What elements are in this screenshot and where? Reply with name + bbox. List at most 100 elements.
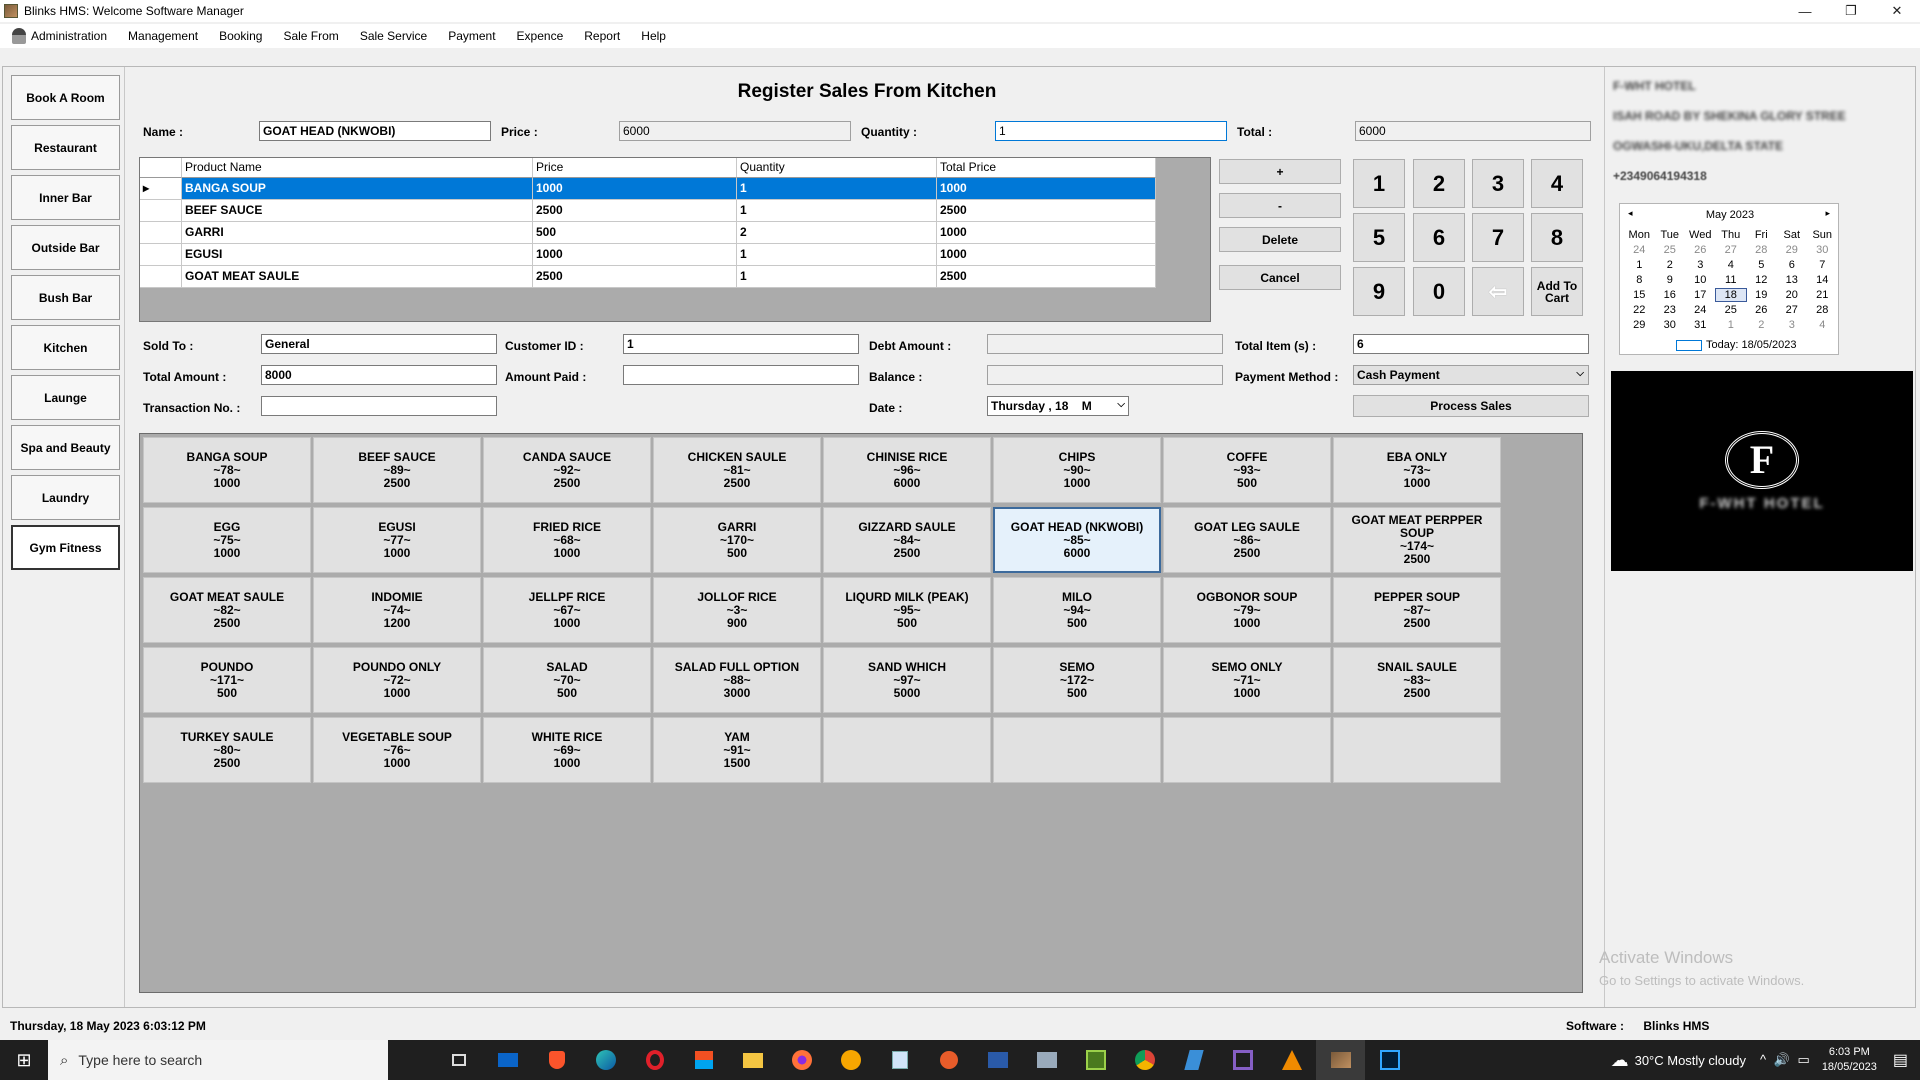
food-item-button[interactable]: POUNDO ~171~ 500 <box>143 647 311 713</box>
food-item-button[interactable]: WHITE RICE ~69~ 1000 <box>483 717 651 783</box>
edge-icon[interactable] <box>581 1040 630 1080</box>
balance-field[interactable] <box>987 365 1223 385</box>
calendar-day[interactable]: 21 <box>1807 289 1838 301</box>
store-icon[interactable] <box>679 1040 728 1080</box>
calendar-day[interactable]: 11 <box>1716 274 1747 286</box>
food-item-button[interactable]: CHICKEN SAULE ~81~ 2500 <box>653 437 821 503</box>
food-item-button[interactable]: SALAD FULL OPTION ~88~ 3000 <box>653 647 821 713</box>
food-item-button[interactable]: SAND WHICH ~97~ 5000 <box>823 647 991 713</box>
menu-report[interactable]: Report <box>584 29 620 43</box>
food-item-button[interactable]: CANDA SAUCE ~92~ 2500 <box>483 437 651 503</box>
cart-row[interactable]: EGUSI 1000 1 1000 <box>140 244 1156 266</box>
calendar-day[interactable]: 6 <box>1777 259 1808 271</box>
calendar-day[interactable]: 19 <box>1746 289 1777 301</box>
total-amount-field[interactable]: 8000 <box>261 365 497 385</box>
calendar-day[interactable]: 22 <box>1624 304 1655 316</box>
price-field[interactable]: 6000 <box>619 121 851 141</box>
brave-icon[interactable] <box>532 1040 581 1080</box>
calendar-day[interactable]: 25 <box>1716 304 1747 316</box>
sidebar-gym-fitness[interactable]: Gym Fitness <box>11 525 120 570</box>
calendar-day[interactable]: 31 <box>1685 319 1716 331</box>
calendar-day[interactable]: 27 <box>1777 304 1808 316</box>
visual-studio-icon[interactable] <box>1218 1040 1267 1080</box>
transaction-field[interactable] <box>261 396 497 416</box>
vlc-icon[interactable] <box>1267 1040 1316 1080</box>
food-item-button[interactable]: COFFE ~93~ 500 <box>1163 437 1331 503</box>
keypad-2[interactable]: 2 <box>1413 159 1465 208</box>
calendar-day[interactable]: 23 <box>1655 304 1686 316</box>
food-item-button[interactable]: FRIED RICE ~68~ 1000 <box>483 507 651 573</box>
keypad-9[interactable]: 9 <box>1353 267 1405 316</box>
header-quantity[interactable]: Quantity <box>737 158 937 178</box>
cancel-button[interactable]: Cancel <box>1219 265 1341 290</box>
calendar-day[interactable]: 17 <box>1685 289 1716 301</box>
increase-quantity-button[interactable]: + <box>1219 159 1341 184</box>
food-item-button[interactable]: GOAT MEAT SAULE ~82~ 2500 <box>143 577 311 643</box>
food-item-button[interactable]: CHIPS ~90~ 1000 <box>993 437 1161 503</box>
food-item-button[interactable]: SALAD ~70~ 500 <box>483 647 651 713</box>
calendar-day[interactable]: 29 <box>1624 319 1655 331</box>
app-icon[interactable] <box>924 1040 973 1080</box>
calendar-day-today[interactable]: 18 <box>1714 288 1747 302</box>
sidebar-laundry[interactable]: Laundry <box>11 475 120 520</box>
debt-amount-field[interactable] <box>987 334 1223 354</box>
calendar-day[interactable]: 26 <box>1746 304 1777 316</box>
calendar-next-icon[interactable]: ▸ <box>1825 208 1830 219</box>
header-total-price[interactable]: Total Price <box>937 158 1156 178</box>
food-item-button[interactable]: JELLPF RICE ~67~ 1000 <box>483 577 651 643</box>
taskbar-clock[interactable]: 6:03 PM 18/05/2023 <box>1822 1045 1877 1075</box>
food-item-button[interactable]: EBA ONLY ~73~ 1000 <box>1333 437 1501 503</box>
food-item-button[interactable]: EGUSI ~77~ 1000 <box>313 507 481 573</box>
calendar-day[interactable]: 29 <box>1777 244 1808 256</box>
keypad-5[interactable]: 5 <box>1353 213 1405 262</box>
food-item-button[interactable]: MILO ~94~ 500 <box>993 577 1161 643</box>
calendar-day[interactable]: 26 <box>1685 244 1716 256</box>
calendar-day[interactable]: 15 <box>1624 289 1655 301</box>
calendar-day[interactable]: 3 <box>1685 259 1716 271</box>
filezilla-icon[interactable] <box>1169 1040 1218 1080</box>
calendar-day[interactable]: 3 <box>1777 319 1808 331</box>
cart-row[interactable]: GARRI 500 2 1000 <box>140 222 1156 244</box>
windows-start-icon[interactable]: ⊞ <box>0 1040 48 1080</box>
food-item-button[interactable]: VEGETABLE SOUP ~76~ 1000 <box>313 717 481 783</box>
backspace-icon[interactable]: ⇦ <box>1472 267 1524 316</box>
calendar-day[interactable]: 2 <box>1746 319 1777 331</box>
food-item-button[interactable]: LIQURD MILK (PEAK) ~95~ 500 <box>823 577 991 643</box>
food-item-button[interactable]: SEMO ~172~ 500 <box>993 647 1161 713</box>
photoshop-icon[interactable] <box>1365 1040 1414 1080</box>
calendar-day[interactable]: 24 <box>1685 304 1716 316</box>
tray-icons[interactable]: ^ 🔊 ▭ <box>1760 1052 1812 1068</box>
blinks-hms-icon[interactable] <box>1316 1040 1365 1080</box>
menu-sale-service[interactable]: Sale Service <box>360 29 427 43</box>
calendar-day[interactable]: 24 <box>1624 244 1655 256</box>
food-item-button[interactable]: GIZZARD SAULE ~84~ 2500 <box>823 507 991 573</box>
add-to-cart-button[interactable]: Add To Cart <box>1531 267 1583 316</box>
food-item-button[interactable]: SNAIL SAULE ~83~ 2500 <box>1333 647 1501 713</box>
calendar-day[interactable]: 5 <box>1746 259 1777 271</box>
calendar-day[interactable]: 16 <box>1655 289 1686 301</box>
cart-grid[interactable]: Product Name Price Quantity Total Price … <box>139 157 1211 322</box>
header-price[interactable]: Price <box>533 158 737 178</box>
amount-paid-field[interactable] <box>623 365 859 385</box>
calendar-day[interactable]: 8 <box>1624 274 1655 286</box>
calendar-day[interactable]: 28 <box>1807 304 1838 316</box>
firefox-icon[interactable] <box>777 1040 826 1080</box>
notification-icon[interactable]: ▤ <box>1893 1050 1908 1070</box>
food-item-button[interactable]: TURKEY SAULE ~80~ 2500 <box>143 717 311 783</box>
payment-method-select[interactable]: Cash Payment ⌵ <box>1353 365 1589 385</box>
sidebar-inner-bar[interactable]: Inner Bar <box>11 175 120 220</box>
food-item-button-selected[interactable]: GOAT HEAD (NKWOBI) ~85~ 6000 <box>993 507 1161 573</box>
month-calendar[interactable]: ◂ May 2023 ▸ Mon Tue Wed Thu Fri Sat Sun… <box>1619 203 1839 355</box>
sidebar-spa-and-beauty[interactable]: Spa and Beauty <box>11 425 120 470</box>
calendar-day[interactable]: 30 <box>1807 244 1838 256</box>
food-item-button[interactable]: YAM ~91~ 1500 <box>653 717 821 783</box>
customer-id-field[interactable]: 1 <box>623 334 859 354</box>
menu-sale-from[interactable]: Sale From <box>283 29 338 43</box>
delete-button[interactable]: Delete <box>1219 227 1341 252</box>
powershell-icon[interactable] <box>973 1040 1022 1080</box>
close-button[interactable]: ✕ <box>1874 0 1920 22</box>
opera-icon[interactable] <box>630 1040 679 1080</box>
notepad-icon[interactable] <box>875 1040 924 1080</box>
calendar-day[interactable]: 30 <box>1655 319 1686 331</box>
calendar-day[interactable]: 10 <box>1685 274 1716 286</box>
